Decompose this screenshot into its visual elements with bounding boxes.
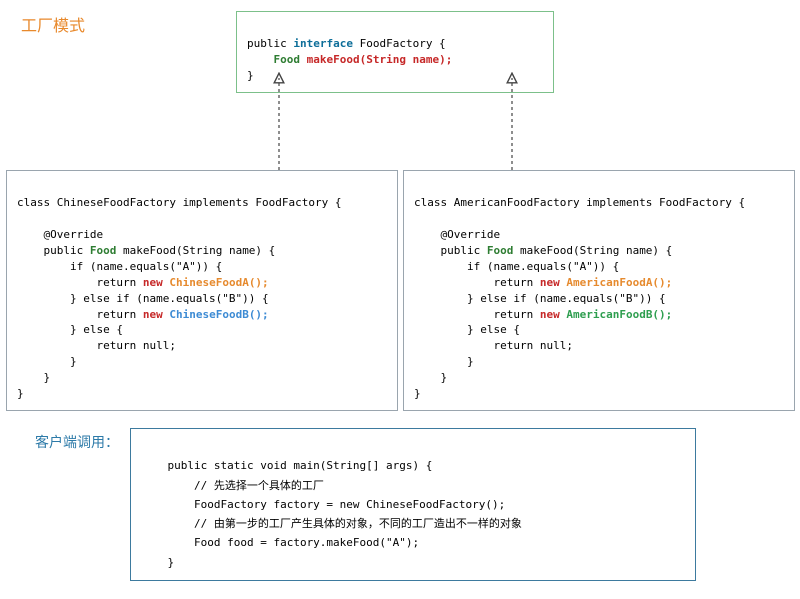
interface-foodfactory-box: public interface FoodFactory { Food make…: [236, 11, 554, 93]
code-line: Food makeFood(String name);: [247, 53, 452, 66]
class-americanfoodfactory-box: class AmericanFoodFactory implements Foo…: [403, 170, 795, 411]
code-line: return new ChineseFoodB();: [17, 308, 269, 321]
code-line: if (name.equals("A")) {: [17, 260, 222, 273]
code-line: }: [414, 387, 421, 400]
code-line: class ChineseFoodFactory implements Food…: [17, 196, 342, 209]
code-line: }: [17, 355, 77, 368]
code-line: @Override: [17, 228, 103, 241]
code-line: class AmericanFoodFactory implements Foo…: [414, 196, 745, 209]
code-line: }: [414, 355, 474, 368]
code-line: }: [17, 371, 50, 384]
code-line: }: [141, 556, 174, 569]
code-line: // 由第一步的工厂产生具体的对象，不同的工厂造出不一样的对象: [141, 517, 522, 530]
code-line: @Override: [414, 228, 500, 241]
class-chinesefoodfactory-box: class ChineseFoodFactory implements Food…: [6, 170, 398, 411]
code-line: public Food makeFood(String name) {: [17, 244, 275, 257]
code-line: } else {: [414, 323, 520, 336]
code-line: return new ChineseFoodA();: [17, 276, 269, 289]
code-line: }: [247, 69, 254, 82]
code-line: return null;: [414, 339, 573, 352]
code-line: public static void main(String[] args) {: [141, 459, 432, 472]
code-line: } else {: [17, 323, 123, 336]
code-line: if (name.equals("A")) {: [414, 260, 619, 273]
code-line: // 先选择一个具体的工厂: [141, 479, 324, 492]
code-line: return null;: [17, 339, 176, 352]
code-line: public interface FoodFactory {: [247, 37, 446, 50]
title-client-call: 客户端调用：: [35, 432, 119, 452]
code-line: } else if (name.equals("B")) {: [17, 292, 269, 305]
title-factory-pattern: 工厂模式: [21, 12, 85, 36]
code-line: Food food = factory.makeFood("A");: [141, 536, 419, 549]
code-line: FoodFactory factory = new ChineseFoodFac…: [141, 498, 505, 511]
code-line: public Food makeFood(String name) {: [414, 244, 672, 257]
code-line: } else if (name.equals("B")) {: [414, 292, 666, 305]
code-line: }: [414, 371, 447, 384]
code-line: return new AmericanFoodB();: [414, 308, 672, 321]
code-line: return new AmericanFoodA();: [414, 276, 672, 289]
code-line: }: [17, 387, 24, 400]
client-main-box: public static void main(String[] args) {…: [130, 428, 696, 581]
